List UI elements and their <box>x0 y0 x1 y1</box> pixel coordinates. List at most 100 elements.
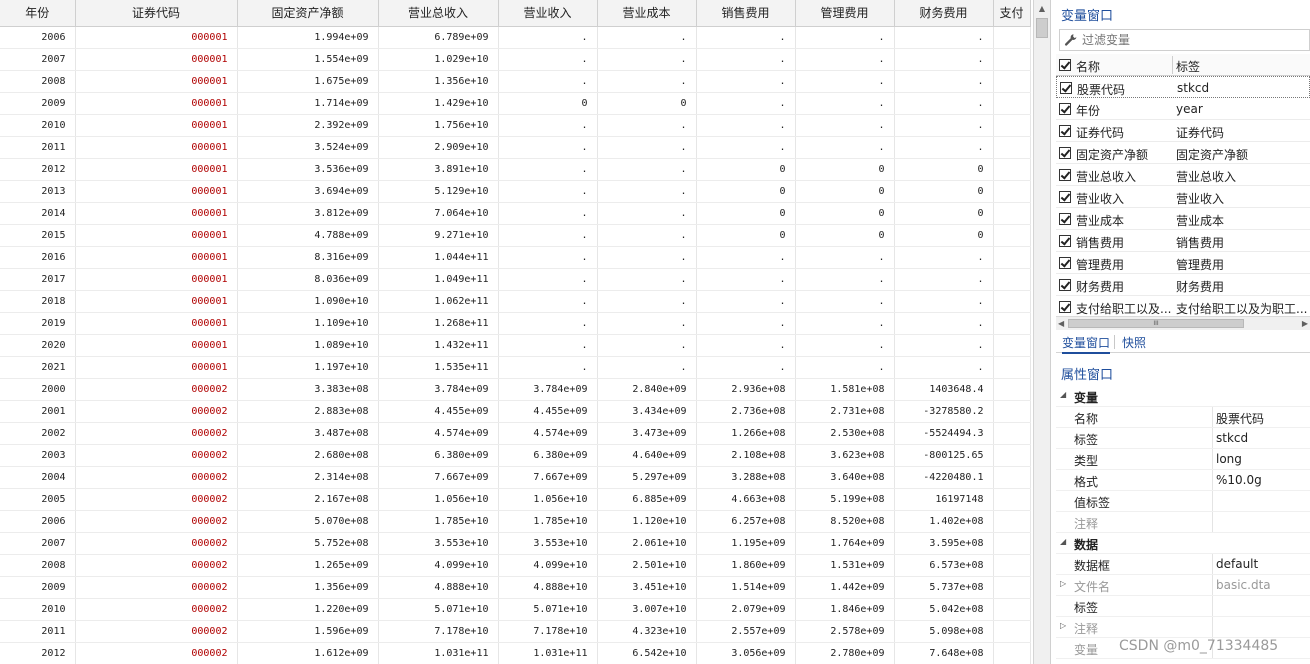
table-cell[interactable]: . <box>498 334 598 357</box>
table-cell[interactable]: 000002 <box>75 554 238 577</box>
table-cell[interactable] <box>993 202 1031 225</box>
table-cell[interactable] <box>993 598 1031 621</box>
table-cell[interactable]: 000001 <box>75 158 238 181</box>
table-row[interactable]: 2006 000002 5.070e+08 1.785e+10 1.785e+10 1.1… <box>0 510 1031 533</box>
table-cell[interactable]: . <box>498 312 598 335</box>
table-cell[interactable]: 5.297e+09 <box>597 466 697 489</box>
property-value[interactable]: long <box>1212 449 1310 469</box>
table-cell[interactable]: 000002 <box>75 444 238 467</box>
table-cell[interactable]: 2020 <box>0 334 76 357</box>
variable-checkbox[interactable] <box>1059 125 1071 137</box>
table-cell[interactable]: 2019 <box>0 312 76 335</box>
table-cell[interactable] <box>993 158 1031 181</box>
table-cell[interactable]: 2007 <box>0 48 76 71</box>
table-cell[interactable] <box>993 576 1031 599</box>
table-cell[interactable]: 7.667e+09 <box>378 466 499 489</box>
table-cell[interactable] <box>993 334 1031 357</box>
table-cell[interactable]: . <box>597 26 697 49</box>
table-cell[interactable] <box>993 268 1031 291</box>
grid-vertical-scrollbar[interactable]: ▲ <box>1033 0 1050 664</box>
variable-checkbox[interactable] <box>1059 169 1071 181</box>
table-row[interactable]: 2012 000002 1.612e+09 1.031e+11 1.031e+11 6.5… <box>0 642 1031 664</box>
property-value[interactable] <box>1212 617 1310 637</box>
table-cell[interactable]: 1403648.4 <box>894 378 994 401</box>
table-cell[interactable]: -4220480.1 <box>894 466 994 489</box>
table-cell[interactable]: 2010 <box>0 598 76 621</box>
property-value[interactable]: basic.dta <box>1212 575 1310 595</box>
table-cell[interactable]: 1.120e+10 <box>597 510 697 533</box>
table-cell[interactable]: 4.574e+09 <box>378 422 499 445</box>
table-cell[interactable]: . <box>597 246 697 269</box>
variable-checkbox[interactable] <box>1059 191 1071 203</box>
table-cell[interactable]: 000001 <box>75 246 238 269</box>
table-cell[interactable]: . <box>597 136 697 159</box>
table-cell[interactable]: 000001 <box>75 180 238 203</box>
select-all-checkbox[interactable] <box>1059 59 1071 71</box>
table-cell[interactable]: 5.737e+08 <box>894 576 994 599</box>
property-row[interactable]: 标签 <box>1056 596 1310 617</box>
table-cell[interactable]: 5.071e+10 <box>378 598 499 621</box>
table-cell[interactable]: 2.530e+08 <box>795 422 895 445</box>
table-cell[interactable]: 7.667e+09 <box>498 466 598 489</box>
table-cell[interactable]: . <box>597 290 697 313</box>
table-cell[interactable]: 0 <box>894 202 994 225</box>
table-cell[interactable]: 5.042e+08 <box>894 598 994 621</box>
data-grid[interactable]: 年份 证券代码 固定资产净额 营业总收入 营业收入 营业成本 销售费用 管理费用 财务费用 支付 … <box>0 0 1033 664</box>
table-cell[interactable]: 1.220e+09 <box>237 598 379 621</box>
property-value[interactable] <box>1212 596 1310 616</box>
column-header[interactable]: 固定资产净额 <box>237 0 379 27</box>
column-header[interactable]: 营业收入 <box>498 0 598 27</box>
table-cell[interactable]: 0 <box>597 92 697 115</box>
table-cell[interactable]: 7.064e+10 <box>378 202 499 225</box>
table-cell[interactable]: 3.056e+09 <box>696 642 796 664</box>
table-cell[interactable]: 6.789e+09 <box>378 26 499 49</box>
table-cell[interactable]: 3.784e+09 <box>378 378 499 401</box>
table-cell[interactable]: 2002 <box>0 422 76 445</box>
table-cell[interactable]: 8.316e+09 <box>237 246 379 269</box>
table-cell[interactable] <box>993 400 1031 423</box>
collapse-triangle-icon[interactable]: ◢ <box>1060 537 1066 546</box>
table-row[interactable]: 2017 000001 8.036e+09 1.049e+11..... <box>0 268 1031 291</box>
table-cell[interactable]: 000001 <box>75 224 238 247</box>
table-cell[interactable]: 1.090e+10 <box>237 290 379 313</box>
variable-row[interactable]: 财务费用 财务费用 <box>1056 274 1310 296</box>
table-cell[interactable] <box>993 180 1031 203</box>
table-cell[interactable]: 4.788e+09 <box>237 224 379 247</box>
variable-row[interactable]: 证券代码 证券代码 <box>1056 120 1310 142</box>
column-header[interactable]: 年份 <box>0 0 76 27</box>
table-cell[interactable]: . <box>894 356 994 379</box>
table-cell[interactable]: 2.780e+09 <box>795 642 895 664</box>
table-cell[interactable]: . <box>597 114 697 137</box>
table-row[interactable]: 2005 000002 2.167e+08 1.056e+10 1.056e+10 6.8… <box>0 488 1031 511</box>
property-row[interactable]: ▷ 注释 <box>1056 617 1310 638</box>
property-row[interactable]: 格式 %10.0g <box>1056 470 1310 491</box>
table-cell[interactable]: 6.573e+08 <box>894 554 994 577</box>
table-cell[interactable]: 3.473e+09 <box>597 422 697 445</box>
table-cell[interactable]: . <box>498 268 598 291</box>
table-cell[interactable]: 3.383e+08 <box>237 378 379 401</box>
table-cell[interactable]: 3.784e+09 <box>498 378 598 401</box>
table-cell[interactable]: 000002 <box>75 488 238 511</box>
table-cell[interactable]: . <box>894 26 994 49</box>
table-cell[interactable]: 3.553e+10 <box>498 532 598 555</box>
table-cell[interactable]: 000002 <box>75 466 238 489</box>
variable-row[interactable]: 管理费用 管理费用 <box>1056 252 1310 274</box>
variable-row[interactable]: 股票代码 stkcd <box>1056 76 1310 98</box>
property-value[interactable]: 股票代码 <box>1212 407 1310 427</box>
table-cell[interactable]: 2.108e+08 <box>696 444 796 467</box>
table-cell[interactable]: 3.694e+09 <box>237 180 379 203</box>
table-cell[interactable]: 2.736e+08 <box>696 400 796 423</box>
table-row[interactable]: 2006 000001 1.994e+09 6.789e+09..... <box>0 26 1031 49</box>
table-row[interactable]: 2000 000002 3.383e+08 3.784e+09 3.784e+09 2.8… <box>0 378 1031 401</box>
variable-row[interactable]: 营业总收入 营业总收入 <box>1056 164 1310 186</box>
table-cell[interactable]: 3.640e+08 <box>795 466 895 489</box>
table-cell[interactable]: 1.056e+10 <box>378 488 499 511</box>
table-cell[interactable]: 6.542e+10 <box>597 642 697 664</box>
property-value[interactable] <box>1212 512 1310 532</box>
column-header[interactable]: 财务费用 <box>894 0 994 27</box>
variable-checkbox[interactable] <box>1059 103 1071 115</box>
table-cell[interactable]: . <box>696 48 796 71</box>
table-cell[interactable]: 2008 <box>0 70 76 93</box>
table-cell[interactable]: 1.049e+11 <box>378 268 499 291</box>
table-cell[interactable]: 1.514e+09 <box>696 576 796 599</box>
